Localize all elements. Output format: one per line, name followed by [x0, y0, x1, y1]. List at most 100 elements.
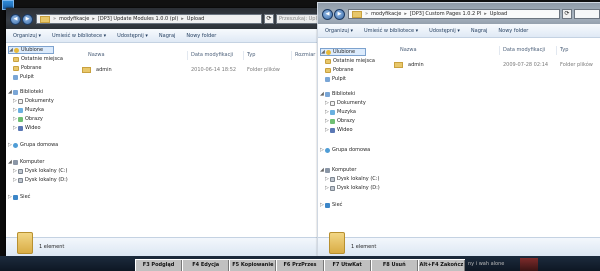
column-date[interactable]: Data modyfikacji	[191, 52, 233, 58]
organize-button[interactable]: Organizuj ▾	[13, 33, 41, 39]
desktop-icon	[325, 76, 330, 82]
folder-icon	[40, 15, 50, 23]
sidebar-item-videos[interactable]: ▷ Wideo	[325, 126, 353, 134]
sidebar-item-music[interactable]: ▷ Muzyka	[325, 108, 356, 116]
breadcrumb-item[interactable]: [DP3] Update Modules 1.0.0 (pl)	[98, 16, 178, 22]
sidebar-item-videos[interactable]: ▷ Wideo	[13, 124, 41, 132]
sidebar-item-libraries[interactable]: ◢ Biblioteki	[320, 90, 355, 98]
search-input[interactable]: Przeszukaj: Upload	[276, 14, 318, 24]
sidebar-item-libraries[interactable]: ◢ Biblioteki	[8, 88, 43, 96]
sidebar-item-homegroup[interactable]: ▷ Grupa domowa	[320, 146, 370, 154]
sidebar-item-favorites[interactable]: ◢ Ulubione	[320, 48, 366, 56]
refresh-icon[interactable]: ⟳	[264, 14, 274, 24]
organize-button[interactable]: Organizuj ▾	[325, 28, 353, 34]
window-titlebar[interactable]: ◀ ▶ » modyfikacje ▸ [DP3] Update Modules…	[6, 8, 318, 29]
refresh-icon[interactable]: ⟳	[562, 9, 572, 19]
sidebar-item-pictures[interactable]: ▷ Obrazy	[13, 115, 43, 123]
back-button[interactable]: ◀	[322, 9, 333, 20]
fkey-mkdir-button[interactable]: F7 UtwKat	[323, 260, 371, 271]
sidebar-item-recent[interactable]: Ostatnie miejsca	[325, 57, 375, 65]
fkey-exit-button[interactable]: Alt+F4 Zakończ	[417, 260, 465, 271]
network-icon	[325, 202, 330, 208]
drive-icon	[18, 168, 23, 174]
new-folder-button[interactable]: Nowy folder	[186, 33, 216, 39]
column-type[interactable]: Typ	[560, 47, 568, 53]
column-size[interactable]: Rozmiar	[295, 52, 315, 58]
sidebar-item-pictures[interactable]: ▷ Obrazy	[325, 117, 355, 125]
address-bar[interactable]: » modyfikacje ▸ [DP3] Custom Pages 1.0.2…	[348, 9, 560, 19]
homegroup-icon	[325, 147, 330, 153]
sidebar-item-downloads[interactable]: Pobrane	[13, 64, 41, 72]
file-name: admin	[96, 67, 112, 73]
include-in-library-button[interactable]: Umieść w bibliotece ▾	[364, 28, 418, 34]
file-list[interactable]: Nazwa Data modyfikacji Typ Rozmiar admin…	[72, 43, 318, 238]
column-date[interactable]: Data modyfikacji	[503, 47, 545, 53]
fkey-copy-button[interactable]: F5 Kopiowanie	[229, 260, 277, 271]
back-button[interactable]: ◀	[10, 14, 21, 25]
folder-icon	[82, 67, 91, 73]
sidebar-item-documents[interactable]: ▷ Dokumenty	[13, 97, 54, 105]
burn-button[interactable]: Nagraj	[471, 28, 488, 34]
function-key-bar: F3 Podgląd F4 Edycja F5 Kopiowanie F6 Pr…	[135, 259, 465, 271]
table-row[interactable]: admin 2010-06-14 18:52 Folder plików	[78, 65, 312, 75]
table-row[interactable]: admin 2009-07-28 02:14 Folder plików	[390, 60, 594, 70]
explorer-window-custom-pages[interactable]: ◀ ▶ » modyfikacje ▸ [DP3] Custom Pages 1…	[317, 2, 600, 257]
sidebar-item-recent[interactable]: Ostatnie miejsca	[13, 55, 63, 63]
file-date: 2009-07-28 02:14	[503, 62, 549, 68]
fkey-delete-button[interactable]: F8 Usuń	[370, 260, 418, 271]
desktop-icon	[13, 74, 18, 80]
new-folder-button[interactable]: Nowy folder	[498, 28, 528, 34]
burn-button[interactable]: Nagraj	[159, 33, 176, 39]
sidebar-item-network[interactable]: ▷ Sieć	[8, 193, 30, 201]
column-name[interactable]: Nazwa	[88, 52, 105, 58]
window-titlebar[interactable]: ◀ ▶ » modyfikacje ▸ [DP3] Custom Pages 1…	[318, 3, 600, 24]
explorer-window-upload-modules[interactable]: ◀ ▶ » modyfikacje ▸ [DP3] Update Modules…	[6, 8, 318, 256]
videos-icon	[18, 125, 23, 131]
sidebar-item-drive-d[interactable]: ▷ Dysk lokalny (D:)	[325, 184, 380, 192]
sidebar-item-music[interactable]: ▷ Muzyka	[13, 106, 44, 114]
network-icon	[13, 194, 18, 200]
file-list[interactable]: Nazwa Data modyfikacji Typ admin 2009-07…	[384, 38, 600, 238]
fkey-move-button[interactable]: F6 PrzPrzes	[276, 260, 324, 271]
fkey-view-button[interactable]: F3 Podgląd	[135, 260, 183, 271]
sidebar-item-computer[interactable]: ◢ Komputer	[320, 166, 356, 174]
fkey-edit-button[interactable]: F4 Edycja	[182, 260, 230, 271]
search-input[interactable]	[574, 9, 600, 19]
sidebar-item-homegroup[interactable]: ▷ Grupa domowa	[8, 141, 58, 149]
column-type[interactable]: Typ	[247, 52, 255, 58]
folder-icon	[352, 10, 362, 18]
recent-places-icon	[13, 56, 19, 62]
address-bar[interactable]: » modyfikacje ▸ [DP3] Update Modules 1.0…	[36, 14, 262, 24]
sidebar-item-desktop[interactable]: Pulpit	[13, 73, 34, 81]
pictures-icon	[330, 118, 335, 124]
taskbar-thumbnail[interactable]	[520, 258, 538, 271]
share-button[interactable]: Udostępnij ▾	[429, 28, 460, 34]
sidebar-item-desktop[interactable]: Pulpit	[325, 75, 346, 83]
sidebar-item-drive-d[interactable]: ▷ Dysk lokalny (D:)	[13, 176, 68, 184]
breadcrumb-item[interactable]: Upload	[187, 16, 205, 22]
navigation-pane: ◢ Ulubione Ostatnie miejsca Pobrane Pulpi…	[318, 38, 384, 238]
breadcrumb-item[interactable]: Upload	[490, 11, 508, 17]
forward-button[interactable]: ▶	[334, 9, 345, 20]
sidebar-item-drive-c[interactable]: ▷ Dysk lokalny (C:)	[13, 167, 67, 175]
column-name[interactable]: Nazwa	[400, 47, 417, 53]
folder-icon	[329, 232, 345, 254]
share-button[interactable]: Udostępnij ▾	[117, 33, 148, 39]
sidebar-item-drive-c[interactable]: ▷ Dysk lokalny (C:)	[325, 175, 379, 183]
breadcrumb-item[interactable]: modyfikacje	[59, 16, 89, 22]
sidebar-item-documents[interactable]: ▷ Dokumenty	[325, 99, 366, 107]
sidebar-item-network[interactable]: ▷ Sieć	[320, 201, 342, 209]
folder-icon	[17, 232, 33, 254]
breadcrumb-item[interactable]: [DP3] Custom Pages 1.0.2 Pl	[410, 11, 481, 17]
computer-icon	[325, 167, 330, 173]
sidebar-item-favorites[interactable]: ◢ Ulubione	[8, 46, 54, 54]
music-icon	[18, 107, 23, 113]
details-pane: 1 element	[318, 232, 600, 256]
command-toolbar: Organizuj ▾ Umieść w bibliotece ▾ Udostę…	[6, 29, 318, 43]
command-toolbar: Organizuj ▾ Umieść w bibliotece ▾ Udostę…	[318, 24, 600, 38]
forward-button[interactable]: ▶	[22, 14, 33, 25]
include-in-library-button[interactable]: Umieść w bibliotece ▾	[52, 33, 106, 39]
breadcrumb-item[interactable]: modyfikacje	[371, 11, 401, 17]
sidebar-item-computer[interactable]: ◢ Komputer	[8, 158, 44, 166]
sidebar-item-downloads[interactable]: Pobrane	[325, 66, 353, 74]
